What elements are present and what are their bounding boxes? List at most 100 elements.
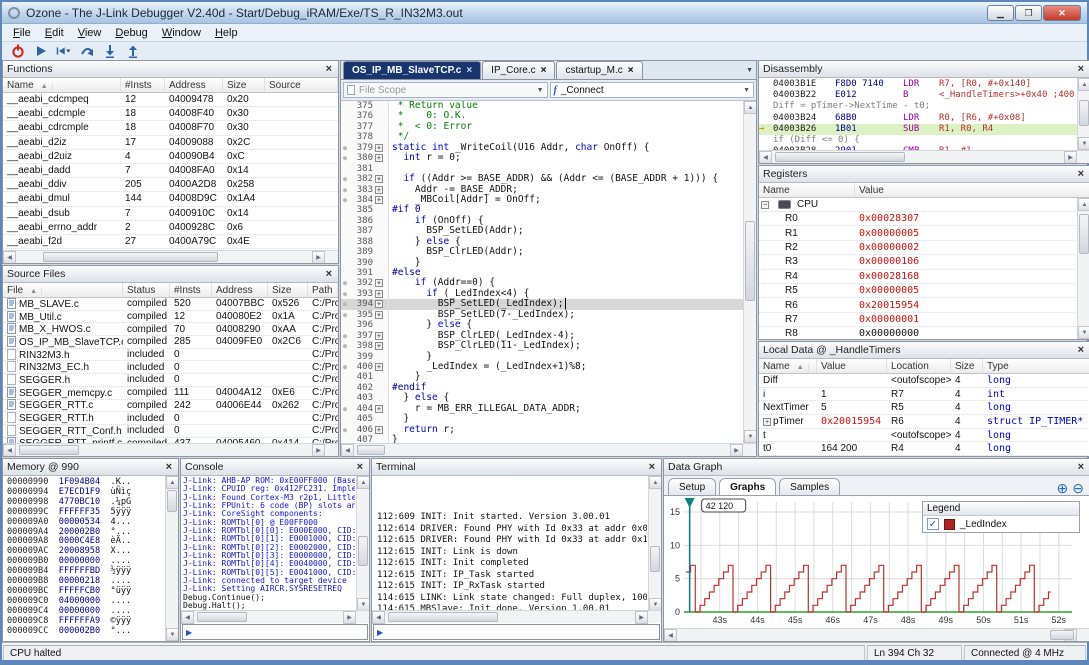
column-header[interactable]: #Insts xyxy=(170,283,212,297)
local-variable-row[interactable]: t<outofscope>4long xyxy=(759,429,1089,443)
expand-icon[interactable]: + xyxy=(375,196,383,204)
column-header[interactable]: Address xyxy=(212,283,268,297)
close-icon[interactable]: × xyxy=(1076,63,1086,75)
console-command-input[interactable]: ▶ xyxy=(182,624,368,640)
code-line[interactable]: ●406+ return r; xyxy=(341,425,756,435)
close-icon[interactable]: × xyxy=(647,461,657,473)
close-button[interactable]: ✕ xyxy=(1043,5,1081,21)
menu-file[interactable]: File xyxy=(6,26,38,40)
menu-help[interactable]: Help xyxy=(208,26,245,40)
menu-view[interactable]: View xyxy=(71,26,109,40)
source-file-row[interactable]: MB_Util.ccompiled12040080E20x1AC:/Pro xyxy=(3,311,338,324)
column-header[interactable]: Status xyxy=(123,283,170,297)
code-line[interactable]: ●382+ if ((Addr >= BASE_ADDR) && (Addr <… xyxy=(341,174,756,184)
source-file-row[interactable]: SEGGER_memcpy.ccompiled11104004A120xE6C:… xyxy=(3,387,338,400)
expand-icon[interactable]: + xyxy=(375,175,383,183)
register-row[interactable]: R80x00000000 xyxy=(759,327,1089,339)
h-scrollbar[interactable]: ◀▶ xyxy=(341,443,756,456)
close-icon[interactable]: × xyxy=(1076,461,1086,473)
console-log[interactable]: J-Link: AHB-AP ROM: 0xE00FF000 (Base add… xyxy=(181,476,369,610)
function-row[interactable]: __aeabi_d2uiz4040090B40xC xyxy=(3,150,338,164)
column-header[interactable]: Size xyxy=(951,359,983,373)
local-variable-row[interactable]: i1R74int xyxy=(759,388,1089,402)
expand-icon[interactable]: + xyxy=(375,144,383,152)
h-scrollbar[interactable]: ◀▶ xyxy=(3,250,338,263)
step-into-icon[interactable] xyxy=(102,44,118,59)
expand-icon[interactable]: + xyxy=(375,426,383,434)
editor-tab[interactable]: cstartup_M.c× xyxy=(556,61,642,79)
source-file-row[interactable]: SEGGER_RTT.ccompiled24204006E440x262C:/P… xyxy=(3,400,338,413)
source-file-row[interactable]: MB_SLAVE.ccompiled52004007BBC0x526C:/Pro xyxy=(3,298,338,311)
code-line[interactable]: 389 BSP_ClrLED(Addr); xyxy=(341,247,756,257)
breakpoint-dot[interactable]: ● xyxy=(341,310,349,320)
column-header[interactable]: File▲ xyxy=(3,283,123,297)
breakpoint-dot[interactable]: ● xyxy=(341,174,349,184)
close-tab-icon[interactable]: × xyxy=(541,65,547,76)
disasm-row[interactable]: 04003B22E012B<_HandleTimers>+0x40 ;400 xyxy=(759,90,1089,101)
source-file-row[interactable]: SEGGER_RTT.hincluded0C:/Pro xyxy=(3,412,338,425)
terminal-command-input[interactable]: ▶ xyxy=(373,624,660,640)
graph-tab-graphs[interactable]: Graphs xyxy=(719,478,776,495)
column-header[interactable]: #Insts xyxy=(121,78,165,92)
maximize-button[interactable]: ❒ xyxy=(1015,5,1042,21)
register-row[interactable]: R40x00028168 xyxy=(759,270,1089,284)
breakpoint-dot[interactable]: ● xyxy=(341,362,349,372)
expand-icon[interactable]: + xyxy=(375,279,383,287)
close-icon[interactable]: × xyxy=(164,461,174,473)
register-row[interactable]: R70x00000001 xyxy=(759,313,1089,327)
function-combo[interactable]: f _Connect ▼ xyxy=(550,82,755,98)
menu-edit[interactable]: Edit xyxy=(38,26,71,40)
expand-icon[interactable]: + xyxy=(375,363,383,371)
breakpoint-dot[interactable]: ● xyxy=(341,143,349,153)
editor-tab[interactable]: OS_IP_MB_SlaveTCP.c× xyxy=(343,61,481,79)
expand-icon[interactable]: + xyxy=(375,154,383,162)
collapse-icon[interactable]: − xyxy=(761,201,769,209)
function-row[interactable]: __aeabi_cdcmple1804008F400x30 xyxy=(3,107,338,121)
breakpoint-dot[interactable]: ● xyxy=(341,331,349,341)
disasm-source-row[interactable]: Diff = pTimer->NextTime - t0; xyxy=(759,101,1089,112)
expand-icon[interactable]: + xyxy=(375,300,383,308)
table-header[interactable]: File▲Status#InstsAddressSizePath xyxy=(3,283,338,298)
column-header[interactable]: Name▲ xyxy=(3,78,121,92)
breakpoint-dot[interactable]: ● xyxy=(341,278,349,288)
function-row[interactable]: __aeabi_errno_addr20400928C0x6 xyxy=(3,221,338,235)
expand-icon[interactable]: + xyxy=(375,290,383,298)
v-scrollbar[interactable]: ▲▼ xyxy=(1077,198,1089,339)
disassembly-list[interactable]: 04003B1EF8D0 7140LDRR7, [R0, #+0x140]040… xyxy=(759,78,1089,150)
source-file-row[interactable]: SEGGER.hincluded0C:/Pro xyxy=(3,374,338,387)
close-icon[interactable]: × xyxy=(355,461,365,473)
column-header[interactable]: Name xyxy=(759,183,855,197)
title-bar[interactable]: Ozone - The J-Link Debugger V2.40d - Sta… xyxy=(2,2,1087,24)
table-header[interactable]: NameValue xyxy=(759,183,1089,198)
register-row[interactable]: R10x00000005 xyxy=(759,226,1089,240)
reset-icon[interactable] xyxy=(56,44,72,59)
column-header[interactable]: Value xyxy=(855,183,1089,197)
close-icon[interactable]: × xyxy=(324,268,334,280)
register-row[interactable]: R50x00000005 xyxy=(759,284,1089,298)
h-scrollbar[interactable]: ◀▶ xyxy=(759,150,1089,163)
source-file-row[interactable]: RIN32M3.hincluded0C:/Pro xyxy=(3,349,338,362)
v-scrollbar[interactable]: ▲▼ xyxy=(165,476,178,641)
function-row[interactable]: __aeabi_dmul14404008D9C0x1A4 xyxy=(3,192,338,206)
terminal-log[interactable]: 112:609 INIT: Init started. Version 3.00… xyxy=(372,476,661,610)
breakpoint-dot[interactable]: ● xyxy=(341,153,349,163)
menu-window[interactable]: Window xyxy=(155,26,208,40)
step-over-icon[interactable] xyxy=(79,44,95,59)
v-scrollbar[interactable]: ▲▼ xyxy=(743,101,756,443)
v-scrollbar[interactable]: ▲▼ xyxy=(1077,78,1089,150)
expand-icon[interactable]: + xyxy=(375,342,383,350)
h-scrollbar[interactable]: ◀▶ xyxy=(3,443,338,456)
memory-dump[interactable]: 00000990 1F094B04 .K..00000994 E7ECD1F9 … xyxy=(3,476,178,641)
function-row[interactable]: __aeabi_d2iz17040090880x2C xyxy=(3,136,338,150)
graph-tab-setup[interactable]: Setup xyxy=(668,478,716,495)
source-file-row[interactable]: SEGGER_RTT_Conf.hincluded0C:/Pro xyxy=(3,425,338,438)
expand-icon[interactable]: + xyxy=(375,332,383,340)
expand-icon[interactable]: + xyxy=(375,186,383,194)
function-row[interactable]: __aeabi_cdcmpeq12040094780x20 xyxy=(3,93,338,107)
function-row[interactable]: __aeabi_dadd704008FA00x14 xyxy=(3,164,338,178)
register-row[interactable]: R60x20015954 xyxy=(759,298,1089,312)
close-tab-icon[interactable]: × xyxy=(628,65,634,76)
column-header[interactable]: Address xyxy=(165,78,223,92)
column-header[interactable]: Name▲ xyxy=(759,359,817,373)
breakpoint-dot[interactable]: ● xyxy=(341,185,349,195)
